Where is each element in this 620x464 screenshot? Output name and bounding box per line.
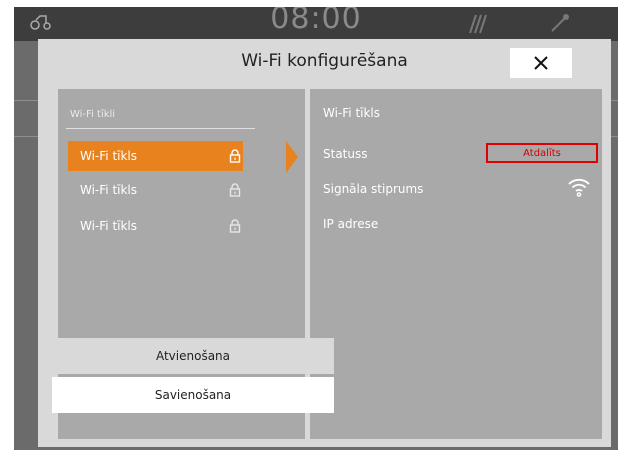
network-name: Wi-Fi tīkls: [80, 149, 138, 163]
close-icon: [534, 56, 548, 70]
network-list-header: Wi-Fi tīkli: [66, 109, 255, 129]
status-label: Statuss: [323, 147, 368, 161]
network-name: Wi-Fi tīkls: [80, 219, 138, 233]
selection-arrow: [286, 141, 298, 173]
lock-icon: [229, 219, 241, 236]
disconnect-button[interactable]: Atvienošana: [52, 338, 334, 374]
lock-icon: [229, 149, 241, 166]
close-button[interactable]: [510, 48, 572, 78]
connect-button[interactable]: Savienošana: [52, 377, 334, 413]
satellite-icon: [546, 11, 572, 41]
network-details-panel: Wi-Fi tīkls Statuss Atdalīts Signāla sti…: [310, 89, 602, 439]
network-list-item[interactable]: Wi-Fi tīkls: [68, 175, 243, 205]
network-name-heading: Wi-Fi tīkls: [323, 106, 381, 120]
network-list-item[interactable]: Wi-Fi tīkls: [68, 211, 243, 241]
network-list-item[interactable]: Wi-Fi tīkls: [68, 141, 243, 171]
ip-address-label: IP adrese: [323, 217, 379, 231]
clock: 08:00: [270, 7, 362, 36]
signal-strength-label: Signāla stiprums: [323, 182, 424, 196]
wifi-config-dialog: Wi-Fi konfigurēšana Wi-Fi tīkli Wi-Fi tī…: [38, 39, 611, 447]
network-name: Wi-Fi tīkls: [80, 183, 138, 197]
wifi-signal-icon: [567, 175, 591, 203]
status-bar: 08:00: [14, 7, 618, 41]
status-badge: Atdalīts: [486, 143, 598, 163]
lock-icon: [229, 183, 241, 200]
field-icon: [466, 11, 492, 41]
